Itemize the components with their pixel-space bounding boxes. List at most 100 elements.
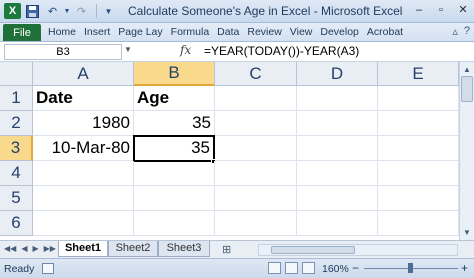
scroll-up-icon[interactable]: ▲ [460, 62, 474, 76]
cell-d1[interactable] [297, 86, 378, 111]
cell-e6[interactable] [378, 211, 459, 236]
select-all-corner[interactable] [0, 62, 33, 86]
sheet-tab-bar: ◀◀ ◀ ▶ ▶▶ Sheet1 Sheet2 Sheet3 ⊞ [0, 240, 474, 258]
sheet-tab-sheet1[interactable]: Sheet1 [58, 241, 108, 257]
zoom-slider-thumb[interactable] [408, 263, 413, 273]
undo-dropdown-icon[interactable]: ▼ [64, 3, 71, 19]
cell-e1[interactable] [378, 86, 459, 111]
cell-a2[interactable]: 1980 [33, 111, 134, 136]
file-tab[interactable]: File [3, 24, 41, 41]
column-header-a[interactable]: A [33, 62, 134, 86]
customize-icon[interactable]: ▼ [100, 3, 117, 19]
vertical-scrollbar[interactable]: ▲ ▼ [459, 62, 474, 240]
column-header-c[interactable]: C [215, 62, 297, 86]
prev-sheet-icon[interactable]: ◀ [21, 244, 27, 253]
cell-e2[interactable] [378, 111, 459, 136]
row-header-5[interactable]: 5 [0, 186, 33, 211]
zoom-in-button[interactable]: + [461, 261, 468, 275]
cell-d4[interactable] [297, 161, 378, 186]
view-buttons [268, 262, 315, 274]
next-sheet-icon[interactable]: ▶ [32, 244, 38, 253]
cell-d5[interactable] [297, 186, 378, 211]
window-controls: – ▫ ✕ [408, 0, 474, 19]
first-sheet-icon[interactable]: ◀◀ [4, 244, 16, 253]
cell-d6[interactable] [297, 211, 378, 236]
sheet-tab-sheet2[interactable]: Sheet2 [108, 241, 158, 257]
insert-function-button[interactable]: fx [180, 43, 191, 57]
row-header-3[interactable]: 3 [0, 136, 33, 161]
column-header-e[interactable]: E [378, 62, 459, 86]
excel-logo-icon[interactable]: X [4, 3, 21, 19]
tab-home[interactable]: Home [44, 25, 80, 39]
cell-c6[interactable] [215, 211, 297, 236]
cell-c1[interactable] [215, 86, 297, 111]
cell-b5[interactable] [134, 186, 215, 211]
ribbon-right-controls: ▵ ? [452, 25, 470, 38]
cell-c4[interactable] [215, 161, 297, 186]
cell-b3-active[interactable]: 35 [133, 135, 215, 162]
cell-c3[interactable] [215, 136, 297, 161]
worksheet-grid: A B C D E 1 2 3 4 5 6 Date Age 1980 35 1… [0, 62, 474, 240]
cell-a3[interactable]: 10-Mar-80 [33, 136, 134, 161]
zoom-level[interactable]: 160% [322, 263, 349, 275]
undo-icon[interactable]: ↶ [44, 3, 61, 19]
tab-formulas[interactable]: Formula [167, 25, 214, 39]
tab-review[interactable]: Review [243, 25, 285, 39]
cell-b1[interactable]: Age [134, 86, 215, 111]
page-layout-view-icon[interactable] [285, 262, 298, 274]
page-break-view-icon[interactable] [302, 262, 315, 274]
row-header-2[interactable]: 2 [0, 111, 33, 136]
help-icon[interactable]: ? [464, 25, 470, 38]
horizontal-scroll-thumb[interactable] [271, 246, 355, 254]
restore-button[interactable]: ▫ [430, 0, 452, 19]
cell-e3[interactable] [378, 136, 459, 161]
cell-b4[interactable] [134, 161, 215, 186]
column-header-b[interactable]: B [134, 62, 215, 86]
column-header-d[interactable]: D [297, 62, 378, 86]
horizontal-scrollbar[interactable] [258, 244, 458, 256]
tab-developer[interactable]: Develop [316, 25, 363, 39]
cell-a6[interactable] [33, 211, 134, 236]
cell-e4[interactable] [378, 161, 459, 186]
zoom-out-button[interactable]: − [352, 261, 359, 275]
redo-icon[interactable]: ↷ [73, 3, 90, 19]
cell-a1[interactable]: Date [33, 86, 134, 111]
toolbar-divider [96, 4, 97, 18]
minimize-button[interactable]: – [408, 0, 430, 19]
close-button[interactable]: ✕ [452, 0, 474, 19]
name-box[interactable]: B3 [4, 44, 122, 60]
vertical-scroll-thumb[interactable] [461, 76, 473, 102]
cell-e5[interactable] [378, 186, 459, 211]
tab-acrobat[interactable]: Acrobat [363, 25, 407, 39]
last-sheet-icon[interactable]: ▶▶ [44, 244, 56, 253]
tab-page-layout[interactable]: Page Lay [114, 25, 166, 39]
cell-d3[interactable] [297, 136, 378, 161]
formula-input[interactable]: =YEAR(TODAY())-YEAR(A3) [204, 44, 359, 58]
cell-d2[interactable] [297, 111, 378, 136]
save-icon[interactable] [24, 3, 41, 19]
sheet-tab-sheet3[interactable]: Sheet3 [158, 241, 210, 257]
window-title: Calculate Someone's Age in Excel - Micro… [128, 4, 403, 18]
cell-a5[interactable] [33, 186, 134, 211]
normal-view-icon[interactable] [268, 262, 281, 274]
cell-b2[interactable]: 35 [134, 111, 215, 136]
tab-view[interactable]: View [286, 25, 317, 39]
scroll-down-icon[interactable]: ▼ [460, 225, 474, 239]
cell-c2[interactable] [215, 111, 297, 136]
row-header-4[interactable]: 4 [0, 161, 33, 186]
formula-bar: B3 ▼ fx =YEAR(TODAY())-YEAR(A3) [0, 42, 474, 62]
ribbon-tab-bar: File Home Insert Page Lay Formula Data R… [0, 23, 474, 42]
tab-insert[interactable]: Insert [80, 25, 114, 39]
sheet-nav-buttons: ◀◀ ◀ ▶ ▶▶ [4, 244, 56, 253]
macro-record-icon[interactable] [42, 263, 54, 274]
cell-c5[interactable] [215, 186, 297, 211]
insert-sheet-icon[interactable]: ⊞ [222, 243, 231, 256]
row-header-6[interactable]: 6 [0, 211, 33, 236]
cell-b6[interactable] [134, 211, 215, 236]
cell-a4[interactable] [33, 161, 134, 186]
minimize-ribbon-icon[interactable]: ▵ [452, 25, 458, 38]
tab-data[interactable]: Data [213, 25, 243, 39]
row-header-1[interactable]: 1 [0, 86, 33, 111]
name-box-dropdown-icon[interactable]: ▼ [124, 45, 132, 54]
quick-access-toolbar: X ↶ ▼ ↷ ▼ [4, 3, 120, 19]
